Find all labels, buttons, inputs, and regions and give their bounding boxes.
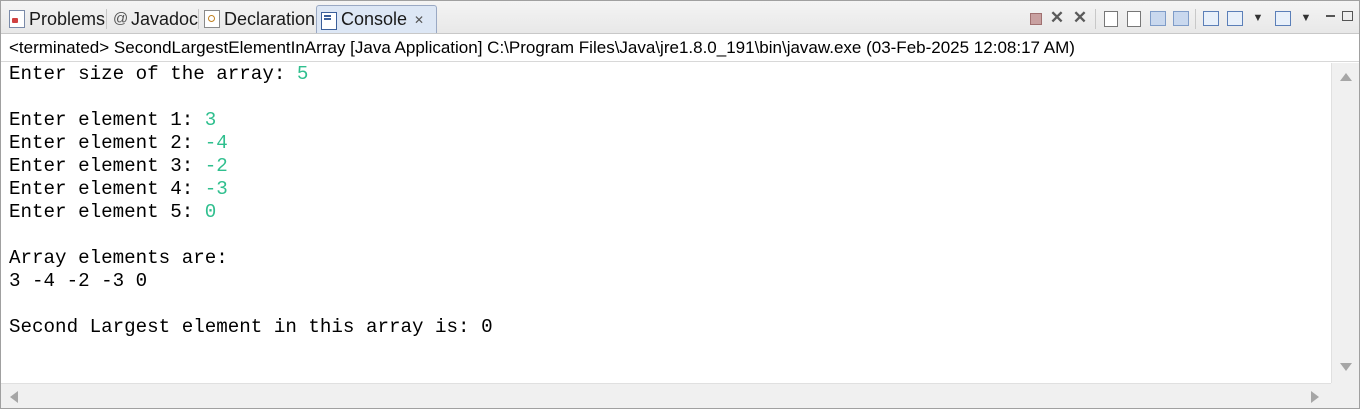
show-stdout-icon[interactable] <box>1150 11 1166 26</box>
chevron-down-icon[interactable]: ▼ <box>1298 10 1314 26</box>
console-text: Enter size of the array: 5 Enter element … <box>1 63 1331 339</box>
open-console-icon[interactable] <box>1275 11 1291 26</box>
console-user-input: 3 <box>204 109 217 131</box>
console-prompt: Enter element 5: <box>9 201 205 223</box>
console-prompt: Enter element 4: <box>9 178 205 200</box>
console-prompt: Second Largest element in this array is:… <box>9 316 493 338</box>
toolbar-separator <box>1195 9 1196 29</box>
console-line: Second Largest element in this array is:… <box>9 316 1331 339</box>
tab-label: Problems <box>29 8 106 29</box>
view-tab-bar: Problems @ Javadoc Declaration Console ✕… <box>1 1 1359 34</box>
tab-separator <box>106 9 107 29</box>
tab-javadoc[interactable]: @ Javadoc <box>109 6 204 32</box>
console-prompt: 3 -4 -2 -3 0 <box>9 270 148 292</box>
toolbar-separator <box>1095 9 1096 29</box>
console-line: 3 -4 -2 -3 0 <box>9 270 1331 293</box>
close-tab-icon[interactable]: ✕ <box>414 13 424 27</box>
maximize-icon[interactable] <box>1342 11 1353 21</box>
tab-label: Console <box>341 9 408 29</box>
tab-declaration[interactable]: Declaration <box>200 6 321 32</box>
scroll-lock-icon[interactable] <box>1104 11 1118 27</box>
console-prompt: Enter element 2: <box>9 132 205 154</box>
scrollbar-corner <box>1331 383 1359 408</box>
console-line: Enter element 3: -2 <box>9 155 1331 178</box>
console-output[interactable]: Enter size of the array: 5 Enter element … <box>1 63 1331 383</box>
console-prompt: Array elements are: <box>9 247 228 269</box>
problems-icon <box>9 10 25 28</box>
at-icon: @ <box>113 10 129 27</box>
scroll-left-icon[interactable] <box>10 391 18 403</box>
remove-launch-icon[interactable]: ✕ <box>1049 8 1065 27</box>
console-user-input: -3 <box>204 178 228 200</box>
console-icon <box>321 11 337 30</box>
pin-console-icon[interactable] <box>1203 11 1219 26</box>
horizontal-scrollbar[interactable] <box>1 383 1331 408</box>
console-prompt: Enter element 1: <box>9 109 205 131</box>
console-user-input: 5 <box>296 63 309 85</box>
remove-all-terminated-icon[interactable]: ✕ <box>1072 8 1088 27</box>
console-line: Enter element 4: -3 <box>9 178 1331 201</box>
word-wrap-icon[interactable] <box>1127 11 1141 27</box>
console-line: Enter size of the array: 5 <box>9 63 1331 86</box>
console-line: Array elements are: <box>9 247 1331 270</box>
console-line: Enter element 5: 0 <box>9 201 1331 224</box>
tab-console[interactable]: Console ✕ <box>316 5 437 33</box>
tab-problems[interactable]: Problems <box>5 6 111 32</box>
vertical-scrollbar[interactable] <box>1331 63 1359 383</box>
console-user-input: -4 <box>204 132 228 154</box>
declaration-icon <box>204 10 220 28</box>
process-status-header: <terminated> SecondLargestElementInArray… <box>1 34 1359 62</box>
console-line: Enter element 2: -4 <box>9 132 1331 155</box>
display-selected-console-icon[interactable] <box>1227 11 1243 26</box>
scroll-up-icon[interactable] <box>1340 73 1352 81</box>
show-stderr-icon[interactable] <box>1173 11 1189 26</box>
console-prompt: Enter size of the array: <box>9 63 297 85</box>
tab-label: Javadoc <box>131 8 199 29</box>
terminate-icon[interactable] <box>1030 13 1042 25</box>
chevron-down-icon[interactable]: ▼ <box>1250 10 1266 26</box>
tab-label: Declaration <box>224 8 316 29</box>
console-user-input: 0 <box>204 201 217 223</box>
minimize-icon[interactable] <box>1326 15 1335 17</box>
tab-separator <box>198 9 199 29</box>
console-view: Problems @ Javadoc Declaration Console ✕… <box>0 0 1360 409</box>
console-user-input: -2 <box>204 155 228 177</box>
scroll-down-icon[interactable] <box>1340 363 1352 371</box>
console-prompt: Enter element 3: <box>9 155 205 177</box>
scroll-right-icon[interactable] <box>1311 391 1319 403</box>
console-line: Enter element 1: 3 <box>9 109 1331 132</box>
